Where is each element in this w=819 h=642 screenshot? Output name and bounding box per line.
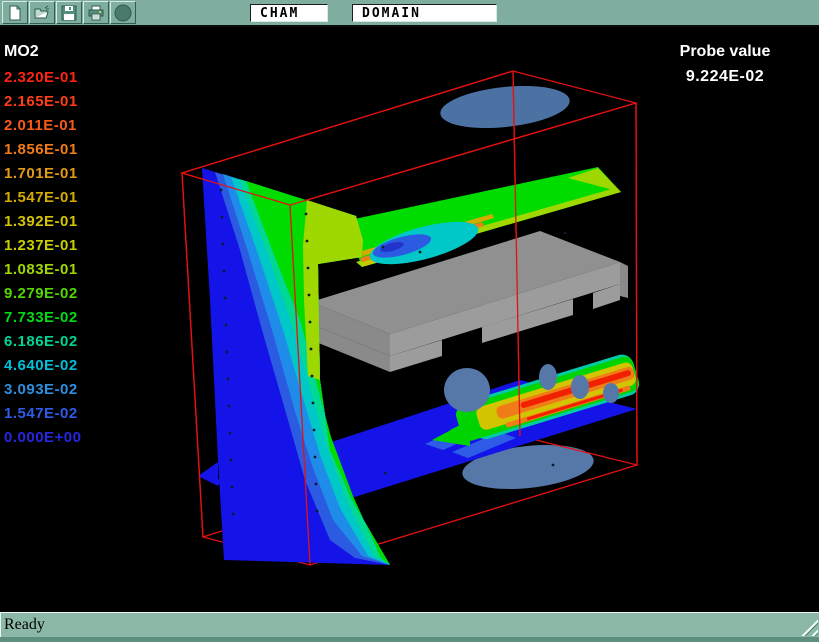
probe-value: 9.224E-02: [655, 68, 795, 86]
new-file-button[interactable]: [2, 1, 28, 24]
legend-entry: 2.165E-01: [4, 90, 82, 114]
legend-entry: 0.000E+00: [4, 426, 82, 450]
new-document-icon: [6, 4, 24, 22]
application-window: CHAM DOMAIN: [0, 0, 819, 642]
legend-entry: 1.701E-01: [4, 162, 82, 186]
open-folder-icon: [33, 4, 51, 22]
legend-entry: 1.237E-01: [4, 234, 82, 258]
legend-entry: 2.320E-01: [4, 66, 82, 90]
record-button[interactable]: [110, 1, 136, 24]
legend-entry: 3.093E-02: [4, 378, 82, 402]
legend-entry: 4.640E-02: [4, 354, 82, 378]
legend-entry: 1.083E-01: [4, 258, 82, 282]
probe-readout: Probe value 9.224E-02: [655, 43, 795, 86]
save-icon: [60, 4, 78, 22]
record-circle-icon: [113, 3, 133, 23]
print-icon: [87, 4, 105, 22]
legend-entry: 2.011E-01: [4, 114, 82, 138]
legend-variable-name: MO2: [4, 43, 82, 61]
save-button[interactable]: [56, 1, 82, 24]
toolbar: CHAM DOMAIN: [0, 0, 819, 27]
viewport-3d[interactable]: MO2 2.320E-012.165E-012.011E-011.856E-01…: [0, 27, 819, 612]
contour-legend: MO2 2.320E-012.165E-012.011E-011.856E-01…: [4, 43, 82, 450]
legend-entry: 1.392E-01: [4, 210, 82, 234]
legend-entry: 1.856E-01: [4, 138, 82, 162]
legend-entry: 9.279E-02: [4, 282, 82, 306]
domain-field[interactable]: DOMAIN: [352, 4, 497, 22]
open-file-button[interactable]: [29, 1, 55, 24]
cfd-scene: [0, 27, 819, 612]
legend-values: 2.320E-012.165E-012.011E-011.856E-011.70…: [4, 66, 82, 450]
legend-entry: 7.733E-02: [4, 306, 82, 330]
status-text: Ready: [4, 616, 45, 633]
print-button[interactable]: [83, 1, 109, 24]
cham-field[interactable]: CHAM: [250, 4, 328, 22]
legend-entry: 6.186E-02: [4, 330, 82, 354]
legend-entry: 1.547E-01: [4, 186, 82, 210]
status-bar: Ready: [0, 612, 819, 637]
probe-label: Probe value: [655, 43, 795, 61]
window-bottom-edge: [0, 637, 819, 642]
legend-entry: 1.547E-02: [4, 402, 82, 426]
